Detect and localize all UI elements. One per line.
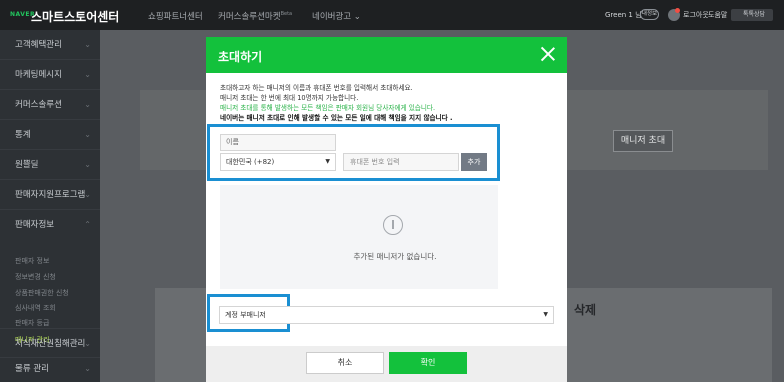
confirm-button[interactable]: 확인: [389, 352, 467, 374]
sidebar-subitem[interactable]: 상품판매권한 신청: [15, 288, 69, 298]
sidebar-subitem[interactable]: 정보변경 신청: [15, 272, 56, 282]
chevron-down-icon: ⌄: [84, 160, 91, 169]
empty-state-text: 추가된 매니저가 없습니다.: [353, 252, 437, 261]
nav-commerce-solution-market[interactable]: 커머스솔루션마켓Beta: [218, 10, 292, 22]
name-input[interactable]: 이름: [220, 134, 336, 151]
top-bar: NAVER 스마트스토어센터 쇼핑파트너센터 커머스솔루션마켓Beta 네이버광…: [0, 0, 784, 30]
cancel-button[interactable]: 취소: [306, 352, 384, 374]
sidebar-item-seller-support[interactable]: 판매자지원프로그램 ⌄: [0, 180, 100, 210]
manager-list-empty: [220, 185, 498, 289]
modal-header: 초대하기: [206, 37, 567, 73]
role-select[interactable]: 계정 부매니저 ▼: [219, 306, 554, 324]
info-icon: [383, 215, 403, 235]
sidebar-item-customer-benefits[interactable]: 고객혜택관리 ⌄: [0, 30, 100, 60]
notification-dot-icon: [675, 8, 680, 13]
sidebar-subitem[interactable]: 판매자 등급: [15, 318, 49, 328]
sidebar-subitem[interactable]: 판매자 정보: [15, 256, 49, 266]
sidebar-item-one-plus-deal[interactable]: 원쁠딜 ⌄: [0, 150, 100, 180]
sidebar-item-logistics[interactable]: 물류 관리 ⌄: [0, 354, 100, 382]
modal-footer: [206, 346, 567, 382]
chevron-down-icon: ⌄: [84, 40, 91, 49]
sidebar-item-commerce-solution[interactable]: 커머스솔루션 ⌄: [0, 90, 100, 120]
modal-title: 초대하기: [218, 50, 263, 64]
manager-invite-button[interactable]: 매니저 초대: [613, 130, 673, 152]
country-select[interactable]: 대한민국 (+82) ▼: [220, 153, 336, 171]
sidebar: 고객혜택관리 ⌄ 마케팅메시지 ⌄ 커머스솔루션 ⌄ 통계 ⌄ 원쁠딜 ⌄ 판매자지원프로…: [0, 30, 100, 382]
modal-desc-line: 네이버는 매니저 초대로 인해 발생할 수 있는 모든 일에 대해 책임을 지지…: [220, 114, 453, 122]
chevron-down-icon: ⌄: [84, 100, 91, 109]
caret-down-icon: ▼: [543, 311, 548, 318]
brand-title[interactable]: 스마트스토어센터: [31, 8, 119, 25]
sidebar-item-stats[interactable]: 통계 ⌄: [0, 120, 100, 150]
sidebar-item-seller-info[interactable]: 판매자정보 ⌃: [0, 210, 100, 240]
chevron-down-icon: ⌄: [84, 130, 91, 139]
add-manager-button[interactable]: 추가: [461, 153, 487, 171]
chevron-down-icon: ⌄: [84, 70, 91, 79]
close-icon[interactable]: [540, 46, 556, 62]
sidebar-subitem[interactable]: 심사내역 조회: [15, 303, 56, 313]
phone-input[interactable]: 휴대폰 번호 입력: [343, 153, 459, 171]
help-link[interactable]: 도움말: [708, 10, 727, 20]
modal-desc-line: 매니저 초대를 통해 발생하는 모든 책임은 판매자 회원님 당사자에게 있습니…: [220, 104, 436, 112]
sidebar-item-marketing-message[interactable]: 마케팅메시지 ⌄: [0, 60, 100, 90]
modal-desc-line: 매니저 초대는 한 번에 최대 10명까지 가능합니다.: [220, 94, 359, 102]
chevron-down-icon: ⌄: [84, 364, 91, 373]
delete-column-header: 삭제: [574, 303, 597, 317]
nav-naver-ads[interactable]: 네이버광고 ⌄: [312, 10, 361, 22]
caret-down-icon: ▼: [325, 158, 330, 165]
chevron-down-icon: ⌄: [84, 190, 91, 199]
chevron-up-icon: ⌃: [84, 220, 91, 229]
user-name: Green 1 님: [605, 11, 642, 19]
my-info-pill[interactable]: 내정보: [640, 9, 659, 20]
talktalk-button[interactable]: 톡톡상담: [731, 9, 773, 21]
modal-desc-line: 초대하고자 하는 매니저의 이름과 휴대폰 번호를 입력해서 초대하세요.: [220, 84, 413, 92]
nav-shopping-partner[interactable]: 쇼핑파트너센터: [148, 10, 203, 22]
logout-link[interactable]: 로그아웃: [683, 10, 709, 20]
